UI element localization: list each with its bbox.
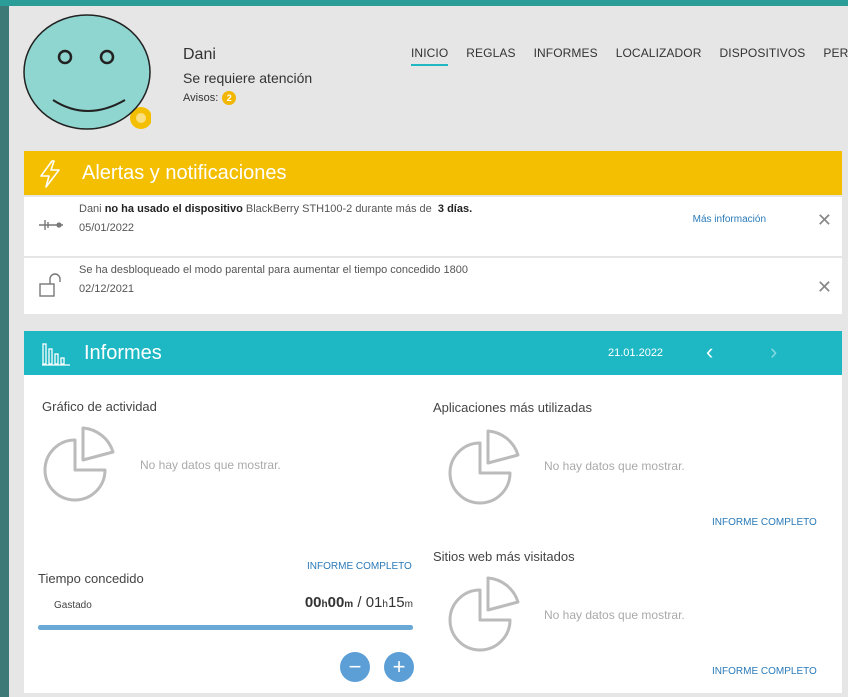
alert-text: Se ha desbloqueado el modo parental para…: [79, 264, 468, 276]
spent-hours: 00: [304, 594, 322, 611]
alert-text: Dani no ha usado el dispositivo BlackBer…: [79, 203, 472, 215]
alert-mid-text: BlackBerry STH100-2 durante más de: [245, 203, 432, 215]
time-full-report-link[interactable]: INFORME COMPLETO: [307, 561, 412, 572]
device-unused-icon: [39, 220, 63, 230]
alert-date: 05/01/2022: [79, 222, 135, 234]
more-info-link[interactable]: Más información: [693, 214, 766, 225]
sites-title: Sitios web más visitados: [433, 549, 575, 564]
spent-minutes: 00: [327, 594, 345, 611]
profile-name: Dani: [183, 46, 216, 63]
alert-user-name: Dani: [79, 203, 102, 215]
time-progress-bar: [38, 625, 413, 630]
alert-item: Se ha desbloqueado el modo parental para…: [24, 258, 842, 314]
lightning-icon: [40, 160, 60, 188]
alerts-title: Alertas y notificaciones: [82, 162, 287, 184]
alert-days: 3 días.: [437, 203, 473, 215]
minutes-unit: m: [404, 599, 413, 610]
allowed-hours: 01: [365, 594, 383, 611]
nav-localizador[interactable]: LOCALIZADOR: [616, 46, 702, 66]
time-progress-fill: [38, 625, 413, 630]
alert-date: 02/12/2021: [79, 283, 135, 295]
app-window: Dani Se requiere atención Avisos: 2 INIC…: [9, 6, 848, 697]
nav-informes[interactable]: INFORMES: [534, 46, 598, 66]
empty-pie-icon: [448, 576, 520, 652]
close-icon[interactable]: ✕: [817, 211, 832, 229]
allowed-minutes: 15: [387, 594, 405, 611]
avisos-badge: 2: [222, 91, 237, 105]
apps-full-report-link[interactable]: INFORME COMPLETO: [712, 517, 817, 528]
nav-perfil[interactable]: PERFIL: [823, 46, 848, 66]
prev-date-icon[interactable]: ‹: [706, 340, 713, 364]
empty-pie-icon: [43, 426, 115, 502]
time-title: Tiempo concedido: [38, 571, 144, 586]
profile-status: Se requiere atención: [183, 70, 313, 86]
reports-header: Informes 21.01.2022 ‹ ›: [24, 331, 842, 375]
apps-title: Aplicaciones más utilizadas: [433, 400, 592, 415]
nav-inicio[interactable]: INICIO: [411, 46, 449, 66]
nav-reglas[interactable]: REGLAS: [466, 46, 515, 66]
close-icon[interactable]: ✕: [817, 278, 832, 296]
reports-title: Informes: [84, 342, 162, 364]
minutes-unit: m: [344, 599, 354, 610]
reports-body: Gráfico de actividad No hay datos que mo…: [24, 375, 842, 693]
unlock-icon: [39, 273, 61, 297]
alert-item: Dani no ha usado el dispositivo BlackBer…: [24, 197, 842, 256]
alerts-header: Alertas y notificaciones: [24, 151, 842, 195]
avisos-label: Avisos:: [183, 92, 219, 104]
time-readout: 00h00m / 01h15m: [305, 594, 413, 611]
time-separator: /: [353, 594, 366, 611]
activity-title: Gráfico de actividad: [42, 399, 157, 414]
nav-dispositivos[interactable]: DISPOSITIVOS: [720, 46, 806, 66]
avatar[interactable]: [23, 14, 151, 132]
bar-chart-icon: [42, 343, 70, 366]
no-data-text: No hay datos que mostrar.: [140, 458, 281, 472]
no-data-text: No hay datos que mostrar.: [544, 459, 685, 473]
reports-date: 21.01.2022: [608, 347, 664, 359]
empty-pie-icon: [448, 429, 520, 505]
main-nav: INICIO REGLAS INFORMES LOCALIZADOR DISPO…: [411, 46, 848, 66]
alert-bold-text: no ha usado el dispositivo: [104, 203, 243, 215]
decrease-time-button[interactable]: −: [340, 652, 370, 682]
no-data-text: No hay datos que mostrar.: [544, 608, 685, 622]
next-date-icon[interactable]: ›: [770, 340, 777, 364]
increase-time-button[interactable]: +: [384, 652, 414, 682]
profile-avisos[interactable]: Avisos: 2: [183, 91, 237, 105]
spent-label: Gastado: [54, 600, 92, 611]
sites-full-report-link[interactable]: INFORME COMPLETO: [712, 666, 817, 677]
